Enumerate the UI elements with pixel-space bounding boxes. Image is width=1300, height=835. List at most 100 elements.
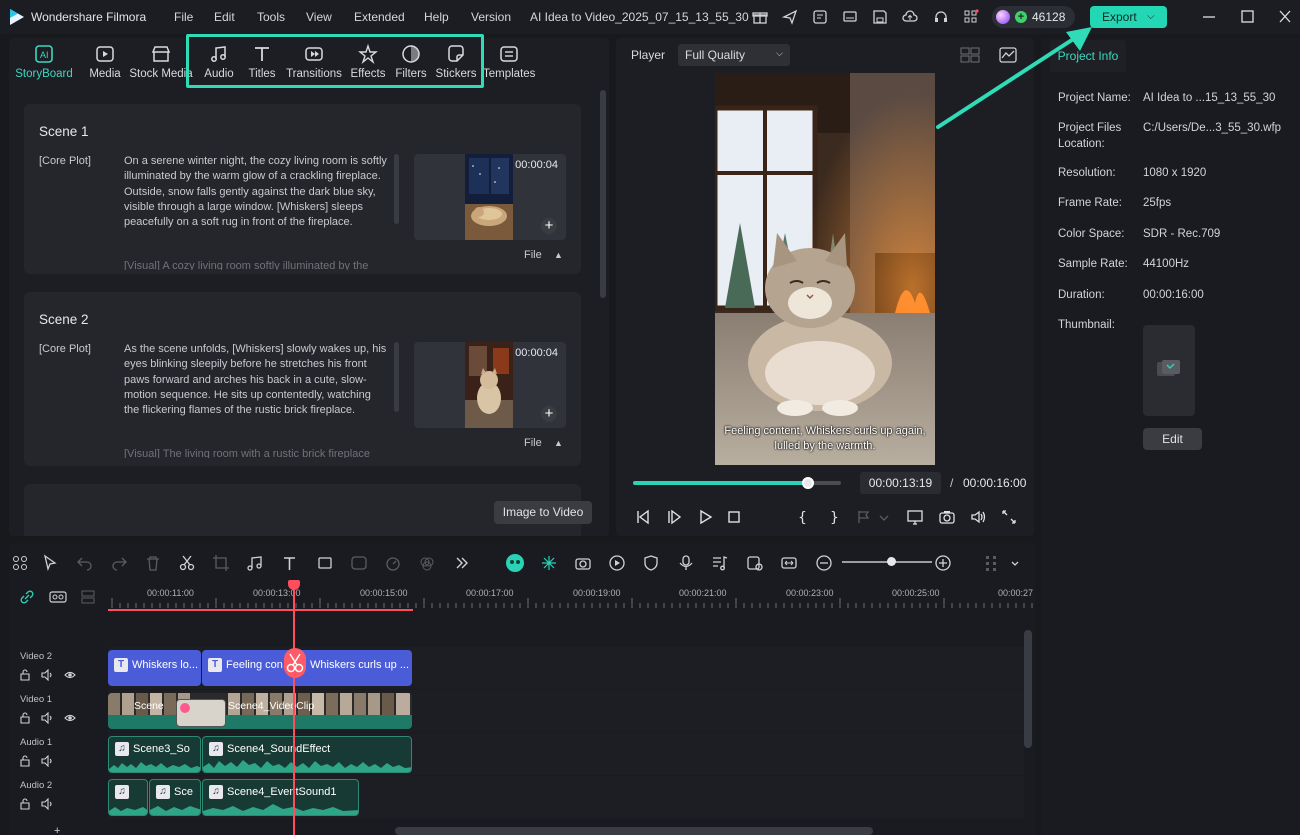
quality-select[interactable]: Full Quality ⌵ — [678, 44, 790, 66]
tab-stock-media[interactable]: Stock Media — [129, 42, 193, 84]
chevron-up-icon[interactable]: ▲ — [554, 250, 563, 260]
playback-progress-handle[interactable] — [802, 477, 814, 489]
track-lock-icon[interactable] — [19, 669, 31, 681]
cloud-upload-icon[interactable] — [902, 9, 918, 25]
audio-clip[interactable]: ♫ — [108, 779, 148, 816]
zoom-out-icon[interactable] — [815, 554, 833, 572]
next-frame-icon[interactable] — [665, 508, 683, 526]
add-track-icon[interactable]: + — [54, 825, 60, 835]
track-manage-icon[interactable] — [80, 589, 96, 605]
color-icon[interactable] — [418, 554, 436, 572]
playhead-line[interactable] — [293, 582, 295, 835]
menu-version[interactable]: Version — [471, 10, 511, 24]
tab-storyboard[interactable]: AI StoryBoard — [13, 42, 75, 84]
tab-templates[interactable]: Templates — [483, 42, 535, 84]
shape-tool-icon[interactable] — [316, 554, 334, 572]
select-tool-icon[interactable] — [42, 554, 60, 572]
mark-in-icon[interactable]: { — [793, 508, 811, 526]
add-media-icon[interactable]: + — [541, 218, 557, 234]
scene-file-label[interactable]: File — [524, 437, 542, 449]
video-clip[interactable]: Scene Scene4_VideoClip — [108, 693, 412, 729]
timeline-vertical-scrollbar[interactable] — [1024, 630, 1032, 748]
menu-help[interactable]: Help — [424, 10, 449, 24]
chevron-down-icon[interactable] — [878, 508, 890, 526]
scene-description[interactable]: On a serene winter night, the cozy livin… — [124, 154, 389, 230]
transition-thumbnail[interactable] — [176, 699, 226, 727]
menu-view[interactable]: View — [306, 10, 332, 24]
audio-clip[interactable]: ♫ Sce — [149, 779, 201, 816]
track-audio-icon[interactable] — [41, 669, 53, 681]
split-playhead-button[interactable] — [284, 648, 306, 678]
maximize-icon[interactable] — [1235, 6, 1259, 28]
speed-icon[interactable] — [384, 554, 402, 572]
camera-record-icon[interactable] — [574, 554, 592, 572]
previous-frame-icon[interactable] — [634, 508, 652, 526]
minimize-icon[interactable] — [1197, 6, 1221, 28]
close-icon[interactable] — [1273, 6, 1297, 28]
gift-icon[interactable] — [752, 9, 768, 25]
audio-clip[interactable]: ♫ Scene4_SoundEffect — [202, 736, 412, 773]
video-preview[interactable]: Feeling content, Whiskers curls up again… — [715, 73, 935, 465]
marker-icon[interactable] — [855, 508, 873, 526]
more-tools-icon[interactable] — [453, 554, 471, 572]
scene-text-scrollbar[interactable] — [394, 342, 399, 412]
display-icon[interactable] — [906, 508, 924, 526]
redo-icon[interactable] — [110, 554, 128, 572]
edit-thumbnail-button[interactable]: Edit — [1143, 428, 1202, 450]
shield-icon[interactable] — [642, 554, 660, 572]
scene-text-scrollbar[interactable] — [394, 154, 399, 224]
audio-edit-icon[interactable] — [246, 554, 264, 572]
track-grid-icon[interactable] — [983, 554, 1001, 572]
image-to-video-button[interactable]: Image to Video — [494, 501, 592, 524]
chevron-down-icon[interactable] — [1010, 554, 1020, 572]
link-icon[interactable] — [19, 589, 35, 605]
volume-icon[interactable] — [969, 508, 987, 526]
fullscreen-icon[interactable] — [1000, 508, 1018, 526]
title-clip[interactable]: T Whiskers lo... — [108, 650, 201, 686]
chevron-down-icon[interactable]: ⌵ — [1147, 6, 1155, 28]
snapshot-camera-icon[interactable] — [938, 508, 956, 526]
play-icon[interactable] — [696, 508, 714, 526]
menu-file[interactable]: File — [174, 10, 193, 24]
track-audio-icon[interactable] — [41, 712, 53, 724]
chevron-up-icon[interactable]: ▲ — [554, 438, 563, 448]
delete-icon[interactable] — [144, 554, 162, 572]
ai-remove-icon[interactable] — [350, 554, 368, 572]
undo-icon[interactable] — [76, 554, 94, 572]
track-eye-icon[interactable] — [64, 712, 76, 724]
scene-description[interactable]: As the scene unfolds, [Whiskers] slowly … — [124, 342, 389, 418]
microphone-icon[interactable] — [677, 554, 695, 572]
auto-enhance-icon[interactable] — [540, 554, 558, 572]
stop-icon[interactable] — [725, 508, 743, 526]
crop-icon[interactable] — [212, 554, 230, 572]
timeline-horizontal-scrollbar[interactable] — [395, 827, 873, 835]
zoom-slider-handle[interactable] — [887, 557, 896, 566]
ai-copilot-icon[interactable] — [505, 553, 525, 573]
text-tool-icon[interactable] — [281, 554, 299, 572]
track-lock-icon[interactable] — [19, 798, 31, 810]
track-lock-icon[interactable] — [19, 755, 31, 767]
scene-file-label[interactable]: File — [524, 249, 542, 261]
group-icon[interactable] — [49, 589, 67, 605]
current-timecode[interactable]: 00:00:13:19 — [860, 472, 941, 494]
monitor-icon[interactable] — [842, 9, 858, 25]
scene-list-scrollbar[interactable] — [600, 90, 606, 298]
title-clip[interactable]: Whiskers curls up ... — [302, 650, 412, 686]
mark-out-icon[interactable]: } — [825, 508, 843, 526]
scene-thumbnail[interactable]: 00:00:04 + — [414, 154, 566, 240]
scene-thumbnail[interactable]: 00:00:04 + — [414, 342, 566, 428]
track-lock-icon[interactable] — [19, 712, 31, 724]
thumbnail-box[interactable] — [1143, 325, 1195, 416]
send-icon[interactable] — [782, 9, 798, 25]
track-eye-icon[interactable] — [64, 669, 76, 681]
audio-clip[interactable]: ♫ Scene4_EventSound1 — [202, 779, 359, 816]
layout-icon[interactable] — [812, 9, 828, 25]
track-audio-icon[interactable] — [41, 798, 53, 810]
add-media-icon[interactable]: + — [541, 406, 557, 422]
split-scissors-icon[interactable] — [178, 554, 196, 572]
clip-settings-icon[interactable] — [746, 554, 764, 572]
render-icon[interactable] — [608, 554, 626, 572]
tab-media[interactable]: Media — [85, 42, 125, 84]
zoom-in-icon[interactable] — [934, 554, 952, 572]
menu-extended[interactable]: Extended — [354, 10, 405, 24]
